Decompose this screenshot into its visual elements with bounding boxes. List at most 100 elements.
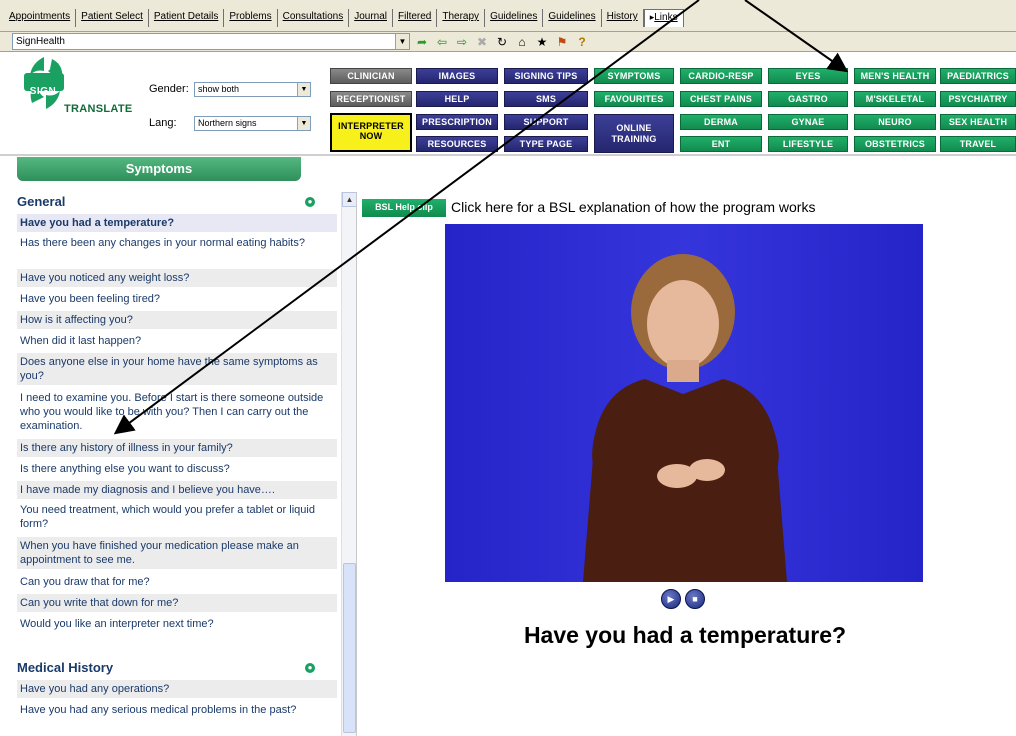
lifestyle-button[interactable]: LIFESTYLE [768, 136, 848, 152]
support-button[interactable]: SUPPORT [504, 114, 588, 130]
gynae-button[interactable]: GYNAE [768, 114, 848, 130]
list-item[interactable]: How is it affecting you? [17, 311, 337, 329]
receptionist-button[interactable]: RECEPTIONIST [330, 91, 412, 107]
chevron-down-icon[interactable]: ▼ [297, 83, 310, 96]
divider [356, 192, 357, 736]
list-item[interactable]: Would you like an interpreter next time? [17, 615, 337, 633]
address-combo[interactable]: SignHealth ▼ [12, 33, 410, 50]
online-label-1: ONLINE [616, 123, 652, 133]
paediatrics-button[interactable]: PAEDIATRICS [940, 68, 1016, 84]
bsl-help-link[interactable]: Click here for a BSL explanation of how … [451, 199, 815, 215]
back-icon[interactable]: ⇦ [434, 34, 450, 50]
gastro-button[interactable]: GASTRO [768, 91, 848, 107]
collapse-icon[interactable]: ● [305, 197, 315, 207]
favorites-icon[interactable]: ★ [534, 34, 550, 50]
tab-appointments[interactable]: Appointments [4, 9, 77, 27]
list-item[interactable]: Is there anything else you want to discu… [17, 460, 337, 478]
list-scrollbar[interactable]: ▲ [341, 192, 357, 736]
list-item[interactable]: Has there been any changes in your norma… [17, 234, 337, 252]
mskeletal-button[interactable]: M'SKELETAL [854, 91, 936, 107]
video-controls: ▶ ■ [661, 589, 705, 611]
tools-icon[interactable]: ⚑ [554, 34, 570, 50]
play-icon[interactable]: ▶ [661, 589, 681, 609]
tab-patient-select[interactable]: Patient Select [76, 9, 149, 27]
signing-tips-button[interactable]: SIGNING TIPS [504, 68, 588, 84]
list-item[interactable]: I have made my diagnosis and I believe y… [17, 481, 337, 499]
forward-icon[interactable]: ⇨ [454, 34, 470, 50]
list-item[interactable]: When did it last happen? [17, 332, 337, 350]
stop-icon[interactable]: ■ [685, 589, 705, 609]
tab-patient-details[interactable]: Patient Details [149, 9, 225, 27]
list-item[interactable]: Have you been feeling tired? [17, 290, 337, 308]
tab-problems[interactable]: Problems [224, 9, 278, 27]
mens-health-button[interactable]: MEN'S HEALTH [854, 68, 936, 84]
gender-select[interactable]: show both ▼ [194, 82, 311, 97]
chevron-down-icon[interactable]: ▼ [297, 117, 310, 130]
sex-health-button[interactable]: SEX HEALTH [940, 114, 1016, 130]
help-icon[interactable]: ? [574, 34, 590, 50]
help-button[interactable]: HELP [416, 91, 498, 107]
list-item[interactable]: Have you noticed any weight loss? [17, 269, 337, 287]
section-title-medical-history: Medical History [17, 660, 114, 675]
chevron-down-icon[interactable]: ▼ [395, 34, 409, 49]
resources-button[interactable]: RESOURCES [416, 136, 498, 152]
list-item[interactable]: Can you write that down for me? [17, 594, 337, 612]
scroll-thumb[interactable] [343, 563, 356, 733]
images-button[interactable]: IMAGES [416, 68, 498, 84]
logo-sign-text: SIGN [29, 86, 57, 97]
type-page-button[interactable]: TYPE PAGE [504, 136, 588, 152]
scroll-up-icon[interactable]: ▲ [342, 192, 357, 207]
bsl-help-clip-button[interactable]: BSL Help clip [362, 199, 446, 217]
list-item[interactable]: You need treatment, which would you pref… [17, 501, 337, 533]
list-item[interactable]: Have you had a temperature? [17, 214, 337, 232]
home-icon[interactable]: ⌂ [514, 34, 530, 50]
neuro-button[interactable]: NEURO [854, 114, 936, 130]
list-item[interactable]: Have you had any serious medical problem… [17, 701, 337, 719]
list-item[interactable]: Does anyone else in your home have the s… [17, 353, 337, 385]
list-item[interactable]: Can you draw that for me? [17, 573, 337, 591]
tab-filtered[interactable]: Filtered [393, 9, 438, 27]
gender-label: Gender: [149, 83, 189, 95]
tab-consultations[interactable]: Consultations [278, 9, 350, 27]
obstetrics-button[interactable]: OBSTETRICS [854, 136, 936, 152]
tab-history[interactable]: History [602, 9, 644, 27]
list-item[interactable]: Have you had any operations? [17, 680, 337, 698]
derma-button[interactable]: DERMA [680, 114, 762, 130]
cardio-resp-button[interactable]: CARDIO-RESP [680, 68, 762, 84]
list-item[interactable]: When you have finished your medication p… [17, 537, 337, 569]
list-item[interactable]: I need to examine you. Before I start is… [17, 389, 337, 435]
lang-value: Northern signs [198, 118, 257, 128]
interpreter-label-1: INTERPRETER [338, 121, 404, 131]
tab-strip: Appointments Patient Select Patient Deta… [4, 9, 684, 27]
arrow-go-icon[interactable]: ➦ [414, 34, 430, 50]
interpreter-label-2: NOW [359, 131, 383, 141]
ent-button[interactable]: ENT [680, 136, 762, 152]
video-caption: Have you had a temperature? [523, 622, 847, 648]
lang-label: Lang: [149, 117, 177, 129]
psychiatry-button[interactable]: PSYCHIATRY [940, 91, 1016, 107]
address-value: SignHealth [16, 36, 65, 47]
tab-journal[interactable]: Journal [349, 9, 394, 27]
symptoms-button[interactable]: SYMPTOMS [594, 68, 674, 84]
sms-button[interactable]: SMS [504, 91, 588, 107]
stop-icon[interactable]: ✖ [474, 34, 490, 50]
travel-button[interactable]: TRAVEL [940, 136, 1016, 152]
tab-therapy[interactable]: Therapy [437, 9, 486, 27]
tab-guidelines[interactable]: Guidelines [485, 9, 544, 27]
lang-select[interactable]: Northern signs ▼ [194, 116, 311, 131]
favourites-button[interactable]: FAVOURITES [594, 91, 674, 107]
chest-pains-button[interactable]: CHEST PAINS [680, 91, 762, 107]
online-training-button[interactable]: ONLINE TRAINING [594, 114, 674, 153]
tab-guidelines-2[interactable]: Guidelines [543, 9, 602, 27]
clinician-button[interactable]: CLINICIAN [330, 68, 412, 84]
prescription-button[interactable]: PRESCRIPTION [416, 114, 498, 130]
sign-video-player[interactable] [445, 224, 923, 582]
online-label-2: TRAINING [611, 134, 657, 144]
tab-links[interactable]: Links [643, 9, 684, 27]
list-item[interactable]: Is there any history of illness in your … [17, 439, 337, 457]
question-list: General ● Have you had a temperature? Ha… [17, 190, 337, 736]
eyes-button[interactable]: EYES [768, 68, 848, 84]
interpreter-now-button[interactable]: INTERPRETER NOW [330, 113, 412, 152]
collapse-icon[interactable]: ● [305, 663, 315, 673]
refresh-icon[interactable]: ↻ [494, 34, 510, 50]
